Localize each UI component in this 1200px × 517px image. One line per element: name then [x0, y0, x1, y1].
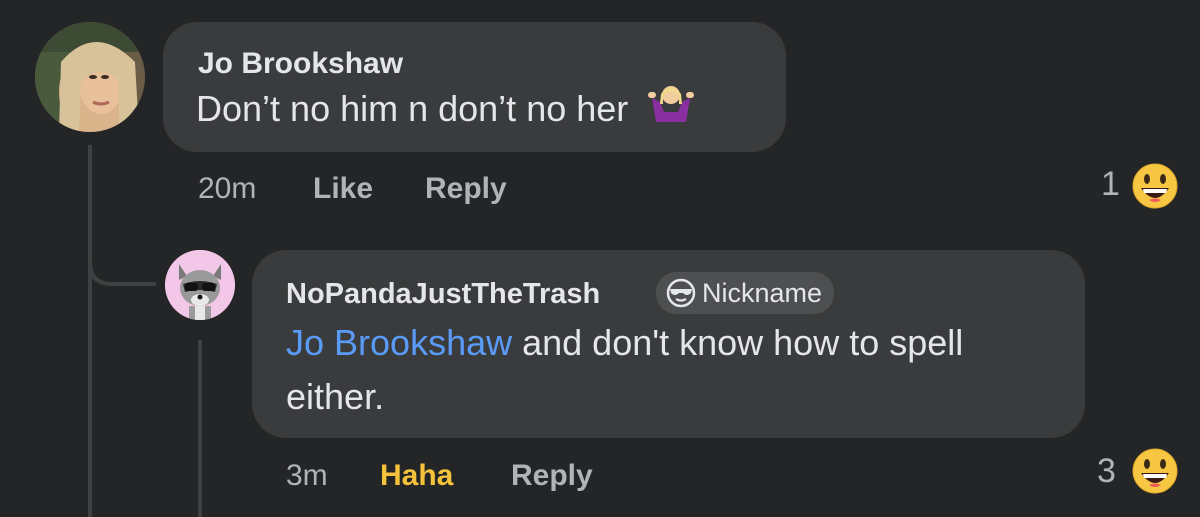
sunglasses-face-icon	[666, 278, 696, 308]
reply-author[interactable]: NoPandaJustTheTrash	[286, 278, 600, 311]
nickname-badge: Nickname	[656, 272, 835, 314]
reply-timestamp: 3m	[286, 459, 328, 492]
comment-bubble[interactable]: Jo Brookshaw Don’t no him n don’t no her	[163, 22, 786, 152]
reply-text: Jo Brookshaw and don't know how to spell…	[286, 316, 1066, 424]
reply-button[interactable]: Reply	[425, 172, 507, 206]
nickname-label: Nickname	[702, 277, 823, 308]
avatar[interactable]	[35, 22, 145, 132]
comment-text: Don’t no him n don’t no her	[196, 82, 696, 141]
woman-shrugging-icon	[646, 82, 696, 141]
mention-link[interactable]: Jo Brookshaw	[286, 322, 512, 363]
reaction-count[interactable]: 1	[1101, 165, 1120, 204]
grinning-face-icon[interactable]	[1131, 447, 1179, 500]
reply-bubble[interactable]: NoPandaJustTheTrash Nickname Jo Brooksha…	[252, 250, 1085, 438]
grinning-face-icon[interactable]	[1131, 162, 1179, 215]
like-button[interactable]: Like	[313, 172, 373, 206]
thread-line-main	[88, 145, 92, 517]
thread-line-reply	[198, 340, 202, 517]
reply-text-line1: and don't know how to spell	[512, 322, 964, 363]
avatar[interactable]	[165, 250, 235, 320]
reply-text-line2: either.	[286, 376, 385, 417]
haha-button[interactable]: Haha	[380, 459, 453, 493]
comment-timestamp: 20m	[198, 172, 257, 205]
thread-connector	[88, 240, 156, 286]
reply-button[interactable]: Reply	[511, 459, 593, 493]
comment-text-content: Don’t no him n don’t no her	[196, 88, 629, 130]
reaction-count[interactable]: 3	[1097, 452, 1116, 491]
comment-author[interactable]: Jo Brookshaw	[198, 47, 403, 81]
